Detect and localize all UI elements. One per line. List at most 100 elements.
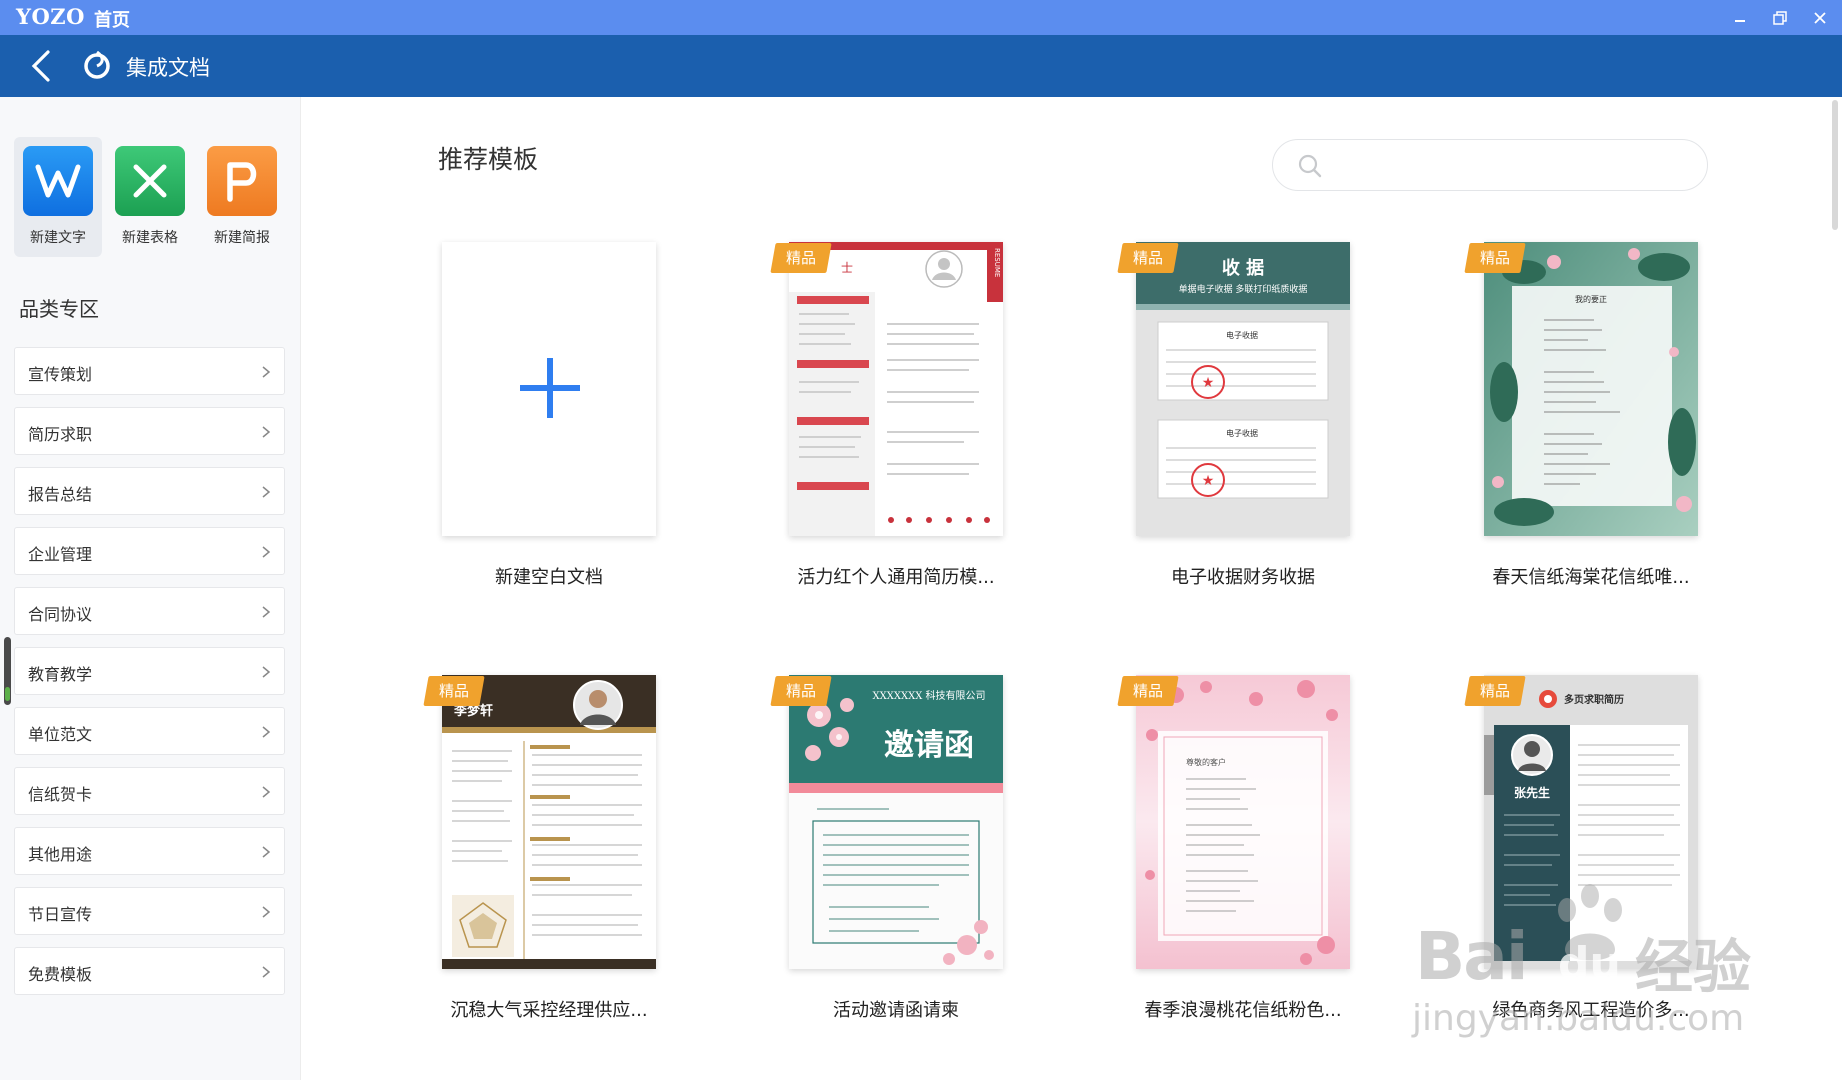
sidebar-scrollbar[interactable] xyxy=(4,637,11,705)
template-caption[interactable]: 活动邀请函请柬 xyxy=(746,996,1046,1022)
chevron-right-icon xyxy=(262,486,271,498)
category-section-title: 品类专区 xyxy=(19,297,99,321)
restore-icon xyxy=(1773,10,1787,25)
chevron-right-icon xyxy=(262,966,271,978)
template-caption[interactable]: 春季浪漫桃花信纸粉色... xyxy=(1093,996,1393,1022)
category-label: 报告总结 xyxy=(28,485,93,504)
category-item[interactable]: 其他用途 xyxy=(14,827,285,875)
template-card-thumbnail[interactable]: 收 据 单据电子收据 多联打印纸质收据 电子收据 电子收据 ★ ★ xyxy=(1136,242,1350,536)
category-label: 企业管理 xyxy=(28,545,93,564)
chevron-right-icon xyxy=(262,546,271,558)
restore-button[interactable] xyxy=(1760,0,1800,35)
new-writer-label: 新建文字 xyxy=(30,230,86,246)
category-label: 合同协议 xyxy=(28,605,93,624)
svg-text:★: ★ xyxy=(1202,473,1215,489)
premium-badge: 精品 xyxy=(1464,676,1526,706)
resume-name: 张先生 xyxy=(1514,785,1550,800)
back-arrow-icon[interactable] xyxy=(28,49,58,83)
premium-badge: 精品 xyxy=(770,243,832,273)
home-tab[interactable]: 首页 xyxy=(94,6,130,32)
receipt-doc-title: 电子收据 xyxy=(1226,428,1258,438)
resume-name: 士 xyxy=(841,261,853,275)
premium-badge: 精品 xyxy=(1117,243,1179,273)
invitation-company: XXXXXXX 科技有限公司 xyxy=(872,689,985,702)
receipt-thumbnail: 收 据 单据电子收据 多联打印纸质收据 电子收据 电子收据 ★ ★ xyxy=(1136,242,1350,536)
template-card-thumbnail[interactable]: XXXXXXX 科技有限公司 邀请函 xyxy=(789,675,1003,969)
chevron-right-icon xyxy=(262,906,271,918)
new-presentation-button[interactable]: 新建简报 xyxy=(198,137,286,257)
page-header-title: 集成文档 xyxy=(126,56,210,80)
new-spreadsheet-label: 新建表格 xyxy=(122,230,178,246)
new-spreadsheet-button[interactable]: 新建表格 xyxy=(106,137,194,257)
category-item[interactable]: 免费模板 xyxy=(14,947,285,995)
presentation-icon xyxy=(207,146,277,216)
premium-badge: 精品 xyxy=(770,676,832,706)
main-section-title: 推荐模板 xyxy=(438,145,539,174)
template-caption[interactable]: 春天信纸海棠花信纸唯... xyxy=(1441,563,1741,589)
template-card-thumbnail[interactable]: 李梦轩 xyxy=(442,675,656,969)
category-item[interactable]: 报告总结 xyxy=(14,467,285,515)
spring-letter-thumbnail: 我的要正 xyxy=(1484,242,1698,536)
category-label: 教育教学 xyxy=(28,665,93,684)
template-card-thumbnail[interactable]: 我的要正 xyxy=(1484,242,1698,536)
category-item[interactable]: 信纸贺卡 xyxy=(14,767,285,815)
letter-heading: 我的要正 xyxy=(1575,294,1607,304)
yozo-logo-icon xyxy=(84,51,110,79)
writer-icon xyxy=(23,146,93,216)
category-item[interactable]: 企业管理 xyxy=(14,527,285,575)
chevron-right-icon xyxy=(262,726,271,738)
premium-badge: 精品 xyxy=(1464,243,1526,273)
receipt-subtitle: 单据电子收据 多联打印纸质收据 xyxy=(1179,283,1308,295)
resume-tag: RESUME xyxy=(993,248,1001,277)
category-item[interactable]: 单位范文 xyxy=(14,707,285,755)
watermark-url: jingyan.baidu.com xyxy=(1412,998,1745,1039)
category-item[interactable]: 节日宣传 xyxy=(14,887,285,935)
receipt-title: 收 据 xyxy=(1222,257,1264,279)
spreadsheet-icon xyxy=(115,146,185,216)
chevron-right-icon xyxy=(262,426,271,438)
sidebar: 新建文字 新建表格 新建简报 品类专区 宣传策划简历求职报告总结企业管理合同协议… xyxy=(0,97,301,1080)
template-card-blank[interactable] xyxy=(442,242,656,536)
category-label: 宣传策划 xyxy=(28,365,93,384)
minimize-icon xyxy=(1735,19,1745,22)
resume-title: 多页求职简历 xyxy=(1564,693,1624,706)
chevron-right-icon xyxy=(262,606,271,618)
category-item[interactable]: 合同协议 xyxy=(14,587,285,635)
app-brand: YOZO xyxy=(16,4,85,29)
template-card-thumbnail[interactable]: 尊敬的客户 xyxy=(1136,675,1350,969)
premium-badge: 精品 xyxy=(1117,676,1179,706)
new-writer-button[interactable]: 新建文字 xyxy=(14,137,102,257)
search-icon xyxy=(1298,154,1322,178)
template-caption[interactable]: 沉稳大气采控经理供应... xyxy=(399,996,699,1022)
resume-red-thumbnail: 士 RESUME xyxy=(789,242,1003,536)
main-scrollbar[interactable] xyxy=(1832,100,1838,230)
premium-badge: 精品 xyxy=(423,676,485,706)
plus-icon xyxy=(520,358,580,418)
category-label: 信纸贺卡 xyxy=(28,785,93,804)
peach-letter-thumbnail: 尊敬的客户 xyxy=(1136,675,1350,969)
template-caption[interactable]: 活力红个人通用简历模... xyxy=(746,563,1046,589)
template-caption[interactable]: 新建空白文档 xyxy=(399,563,699,589)
watermark-logo-text: du xyxy=(1558,938,1621,989)
watermark-brand: Bai xyxy=(1415,918,1528,995)
category-item[interactable]: 宣传策划 xyxy=(14,347,285,395)
app-header: 集成文档 xyxy=(0,35,1842,97)
search-box[interactable] xyxy=(1272,139,1708,191)
close-icon xyxy=(1814,11,1826,24)
new-presentation-label: 新建简报 xyxy=(214,230,270,246)
category-label: 单位范文 xyxy=(28,725,93,744)
minimize-button[interactable] xyxy=(1720,0,1760,35)
category-label: 其他用途 xyxy=(28,845,93,864)
letter-heading: 尊敬的客户 xyxy=(1186,757,1226,767)
category-label: 节日宣传 xyxy=(28,905,93,924)
category-item[interactable]: 简历求职 xyxy=(14,407,285,455)
template-card-thumbnail[interactable]: 士 RESUME xyxy=(789,242,1003,536)
invitation-thumbnail: XXXXXXX 科技有限公司 邀请函 xyxy=(789,675,1003,969)
chevron-right-icon xyxy=(262,666,271,678)
category-item[interactable]: 教育教学 xyxy=(14,647,285,695)
search-input[interactable] xyxy=(1337,150,1691,182)
resume-gold-thumbnail: 李梦轩 xyxy=(442,675,656,969)
close-button[interactable] xyxy=(1800,0,1840,35)
chevron-right-icon xyxy=(262,366,271,378)
template-caption[interactable]: 电子收据财务收据 xyxy=(1093,563,1393,589)
